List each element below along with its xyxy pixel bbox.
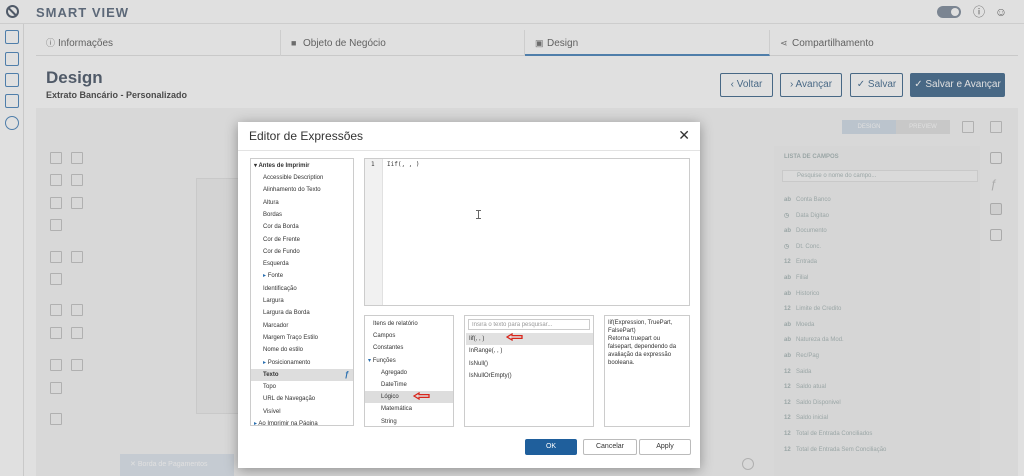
properties-header[interactable]: ▾ Antes de Imprimir xyxy=(251,160,353,172)
function-item[interactable]: Iif(, , ) xyxy=(466,333,593,345)
property-item[interactable]: Visível xyxy=(251,406,353,418)
apply-button[interactable]: Apply xyxy=(639,439,691,455)
categories-panel: Itens de relatório Campos Constantes ▾ Funç… xyxy=(364,315,454,427)
property-item[interactable]: Margem Traço Estilo xyxy=(251,332,353,344)
property-item[interactable]: Cor de Fundo xyxy=(251,246,353,258)
description-text: Iif(Expression, TruePart, FalsePart) Ret… xyxy=(608,320,677,366)
category-item[interactable]: String xyxy=(365,416,453,428)
property-item[interactable]: Marcador xyxy=(251,320,353,332)
expression-code[interactable]: Iif(, , ) xyxy=(387,161,420,168)
property-item[interactable]: Largura da Borda xyxy=(251,307,353,319)
category-item[interactable]: Campos xyxy=(365,330,453,342)
dialog-title: Editor de Expressões xyxy=(249,129,364,143)
property-item[interactable]: Cor da Borda xyxy=(251,221,353,233)
close-icon[interactable]: ✕ xyxy=(678,127,690,144)
property-item[interactable]: Nome do estilo xyxy=(251,344,353,356)
expression-editor-dialog: Editor de Expressões ✕ ▾ Antes de Imprim… xyxy=(238,122,700,468)
function-item[interactable]: InRange(, , ) xyxy=(466,345,593,357)
function-item[interactable]: IsNullOrEmpty() xyxy=(466,370,593,382)
property-item[interactable]: Texto ƒ xyxy=(251,368,353,381)
property-item[interactable]: ▸ Ao Imprimir na Página xyxy=(251,418,353,425)
property-item[interactable]: Largura xyxy=(251,295,353,307)
property-item[interactable]: Cor de Frente xyxy=(251,234,353,246)
annotation-arrow-icon xyxy=(413,392,430,400)
category-item[interactable]: Constantes xyxy=(365,342,453,354)
property-item[interactable]: ▸ Posicionamento xyxy=(251,357,353,369)
line-gutter: 1 xyxy=(365,159,383,305)
ok-button[interactable]: OK xyxy=(525,439,577,455)
category-item[interactable]: Itens de relatório xyxy=(365,318,453,330)
property-item[interactable]: Bordas xyxy=(251,209,353,221)
function-icon[interactable]: ƒ xyxy=(345,369,349,381)
category-item[interactable]: Agregado xyxy=(365,367,453,379)
property-item[interactable]: Alinhamento do Texto xyxy=(251,184,353,196)
properties-panel: ▾ Antes de Imprimir Accessible Descripti… xyxy=(250,158,354,426)
annotation-arrow-icon xyxy=(506,333,523,341)
line-number: 1 xyxy=(371,161,375,168)
property-item[interactable]: Identificação xyxy=(251,283,353,295)
expression-editor[interactable]: 1 Iif(, , ) xyxy=(364,158,690,306)
function-item[interactable]: IsNull() xyxy=(466,358,593,370)
category-item[interactable]: DateTime xyxy=(365,379,453,391)
category-item[interactable]: Matemática xyxy=(365,403,453,415)
property-item[interactable]: ▸ Fonte xyxy=(251,270,353,282)
property-item[interactable]: Altura xyxy=(251,197,353,209)
category-item[interactable]: Lógico xyxy=(365,391,453,404)
property-item[interactable]: Accessible Description xyxy=(251,172,353,184)
category-item[interactable]: ▾ Funções xyxy=(365,355,453,367)
property-item[interactable]: Esquerda xyxy=(251,258,353,270)
property-item[interactable]: Topo xyxy=(251,381,353,393)
cancel-button[interactable]: Cancelar xyxy=(583,439,637,455)
property-item[interactable]: URL de Navegação xyxy=(251,393,353,405)
text-cursor-icon xyxy=(476,210,481,219)
function-search-input[interactable] xyxy=(468,319,590,330)
functions-panel: Iif(, , )InRange(, , )IsNull()IsNullOrEm… xyxy=(464,315,594,427)
dialog-divider xyxy=(238,150,700,151)
function-description: Iif(Expression, TruePart, FalsePart) Ret… xyxy=(604,315,690,427)
